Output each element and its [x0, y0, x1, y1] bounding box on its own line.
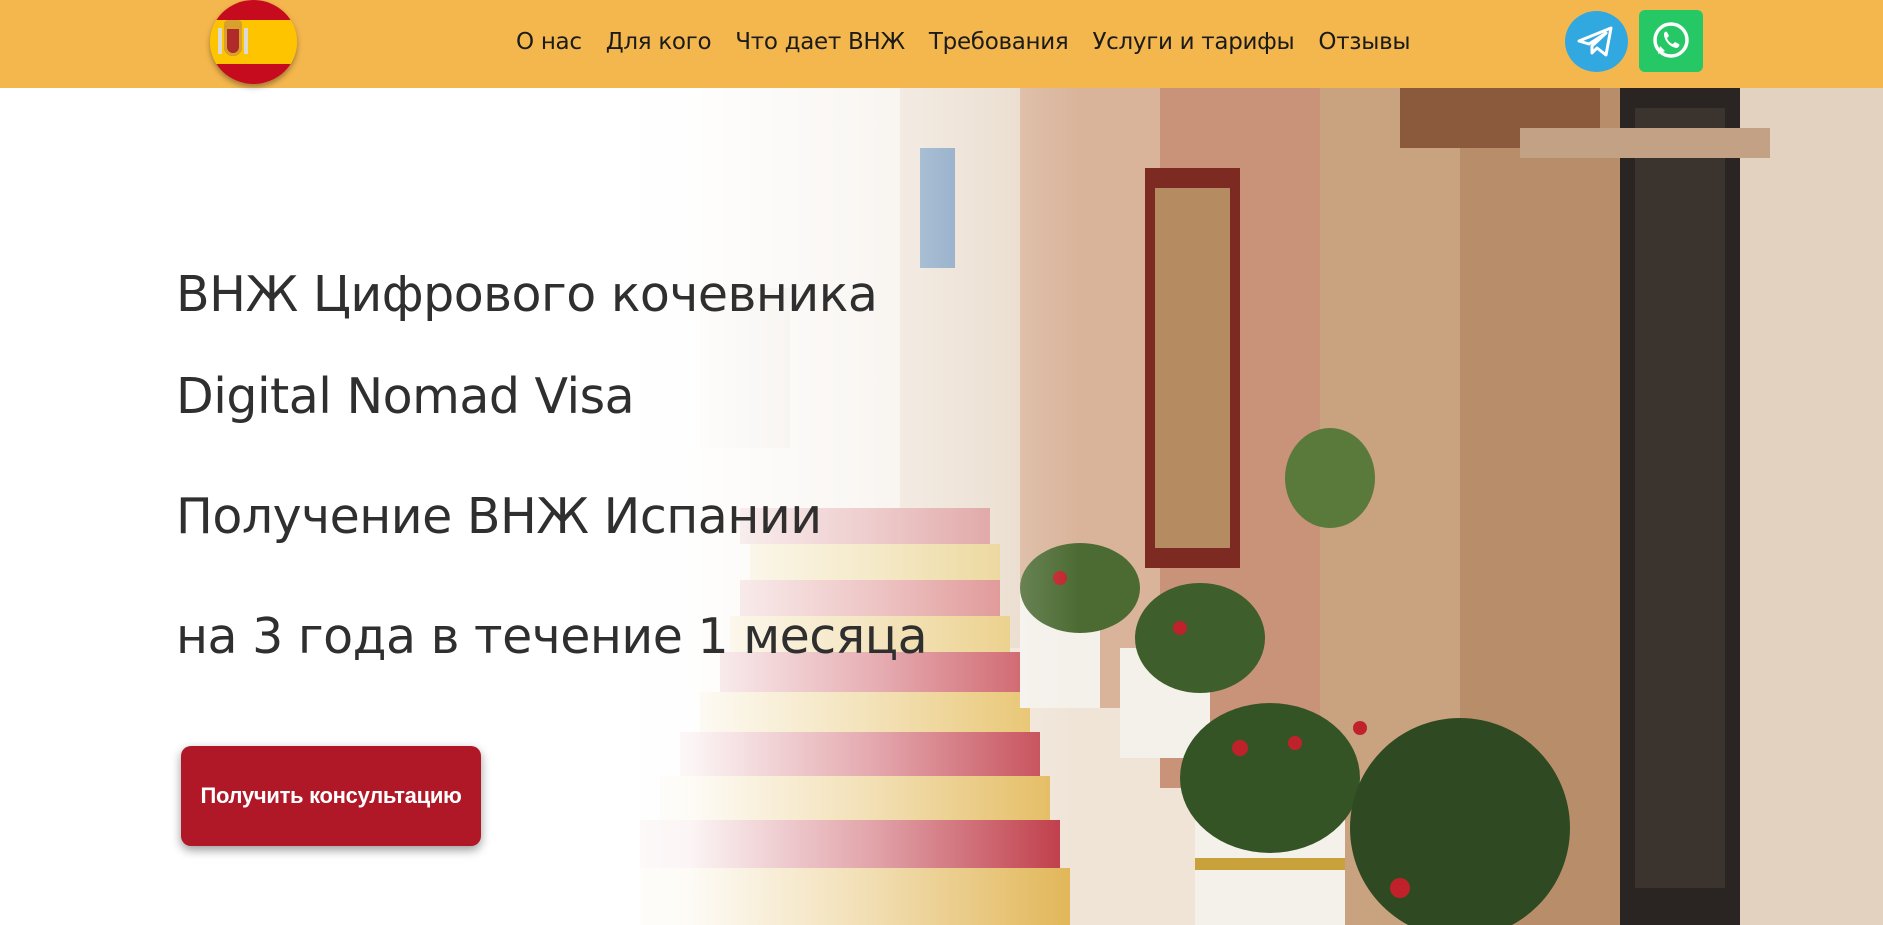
- coat-of-arms-pillar-right: [244, 28, 248, 54]
- site-header: О нас Для кого Что дает ВНЖ Требования У…: [0, 0, 1883, 88]
- nav-link-services-pricing[interactable]: Услуги и тарифы: [1092, 29, 1294, 55]
- hero-title-line1: ВНЖ Цифрового кочевника: [176, 266, 878, 323]
- hero-title-line2: Digital Nomad Visa: [176, 368, 635, 425]
- coat-of-arms-pillar-left: [218, 28, 222, 54]
- nav-link-for-whom[interactable]: Для кого: [606, 29, 712, 55]
- spain-flag-logo[interactable]: [210, 0, 297, 84]
- nav-link-about[interactable]: О нас: [516, 29, 582, 55]
- coat-of-arms-shield: [224, 26, 242, 56]
- main-navigation: О нас Для кого Что дает ВНЖ Требования У…: [516, 0, 1434, 84]
- get-consultation-button[interactable]: Получить консультацию: [181, 746, 481, 846]
- nav-link-reviews[interactable]: Отзывы: [1318, 29, 1410, 55]
- whatsapp-icon: [1653, 22, 1689, 58]
- hero-subtitle-line2: на 3 года в течение 1 месяца: [176, 608, 928, 665]
- telegram-button[interactable]: [1565, 11, 1628, 72]
- nav-link-requirements[interactable]: Требования: [929, 29, 1069, 55]
- whatsapp-button[interactable]: [1639, 10, 1703, 72]
- nav-link-benefits[interactable]: Что дает ВНЖ: [735, 29, 905, 55]
- telegram-icon: [1577, 26, 1613, 57]
- hero-subtitle-line1: Получение ВНЖ Испании: [176, 488, 822, 545]
